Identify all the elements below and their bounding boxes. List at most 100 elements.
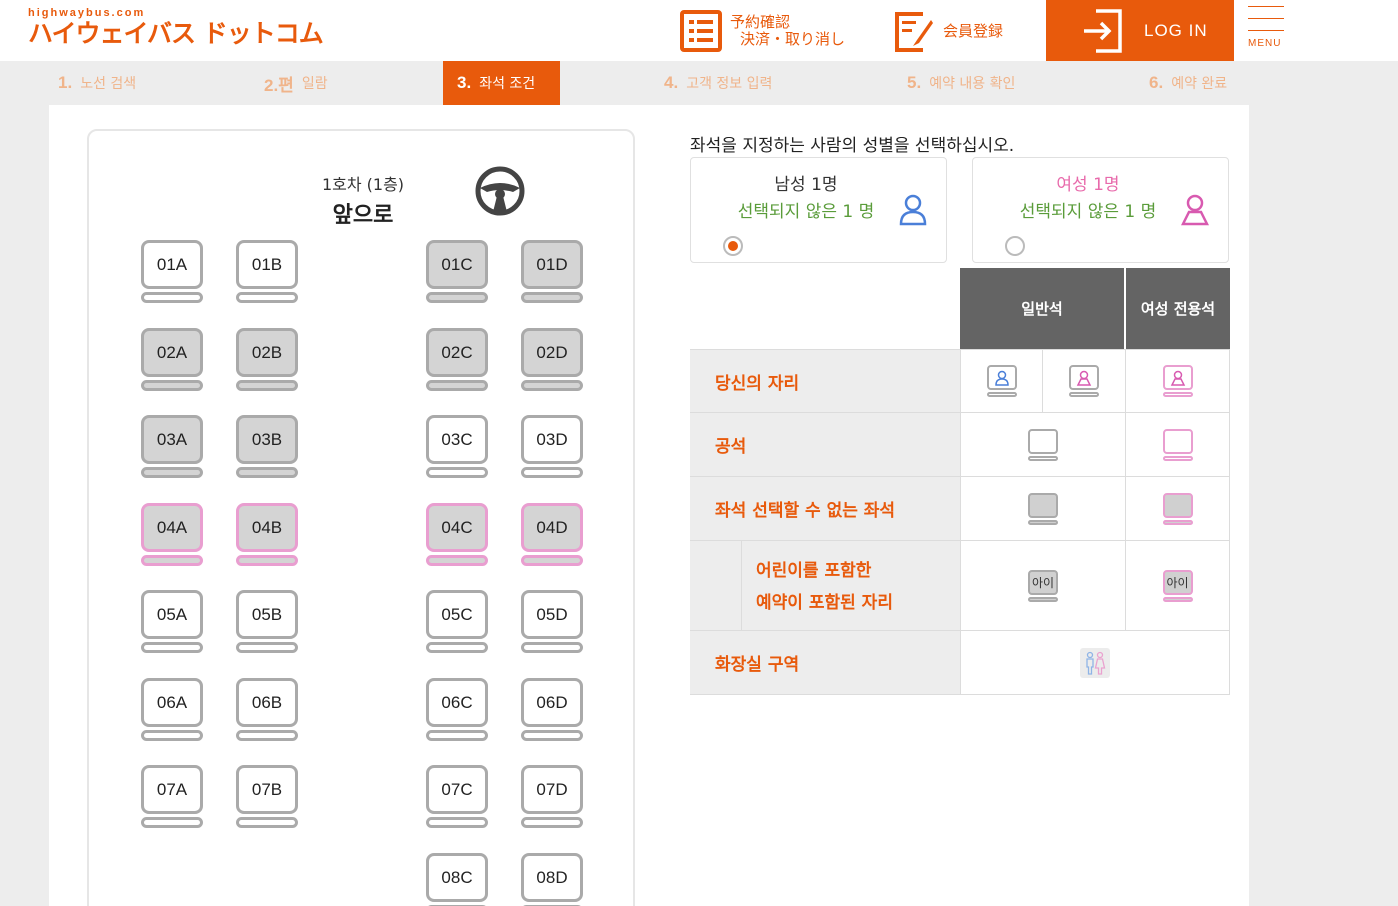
seat-04C[interactable]: 04C — [426, 503, 488, 567]
seat-cushion — [236, 642, 298, 653]
seat-number: 06D — [521, 678, 583, 727]
seat-07C[interactable]: 07C — [426, 765, 488, 829]
seat-cushion — [141, 642, 203, 653]
seat-01C[interactable]: 01C — [426, 240, 488, 304]
seat-cushion — [236, 467, 298, 478]
login-button[interactable]: LOG IN — [1046, 0, 1234, 61]
seat-number: 07A — [141, 765, 203, 814]
legend-col-general: 일반석 — [960, 268, 1124, 349]
reservation-check-link[interactable]: 予約確認 決済・取り消し — [680, 0, 845, 61]
member-register-label: 会員登録 — [943, 22, 1004, 40]
progress-steps: 1. 노선 검색 2.편 일람 3. 좌석 조건 4. 고객 정보 입력 5. 예약 내용… — [0, 61, 1398, 115]
seat-cushion — [141, 730, 203, 741]
female-person-icon — [1181, 194, 1209, 226]
seat-07B[interactable]: 07B — [236, 765, 298, 829]
seat-cushion — [426, 817, 488, 828]
seat-04B[interactable]: 04B — [236, 503, 298, 567]
seat-number: 08D — [521, 853, 583, 902]
seat-08C[interactable]: 08C — [426, 853, 488, 906]
seat-03C[interactable]: 03C — [426, 415, 488, 479]
site-logo[interactable]: highwaybus.com ハイウェイバス ドットコム — [28, 7, 324, 48]
step-number: 3. — [457, 73, 472, 92]
male-radio[interactable] — [723, 236, 743, 256]
step-route-search: 1. 노선 검색 — [58, 61, 136, 105]
site-header: highwaybus.com ハイウェイバス ドットコム 予約確認 決済・取り消… — [0, 0, 1398, 61]
legend-child-label: 어린이를 포함한 예약이 포함된 자리 — [741, 541, 960, 631]
seat-07D[interactable]: 07D — [521, 765, 583, 829]
step-reservation-confirm: 5. 예약 내용 확인 — [907, 61, 1015, 105]
member-register-link[interactable]: 会員登録 — [893, 0, 1003, 61]
vacant-seat-mini-icon — [1028, 428, 1058, 461]
female-person-icon — [1170, 370, 1185, 386]
female-radio[interactable] — [1005, 236, 1025, 256]
front-label: 앞으로 — [332, 203, 394, 228]
seat-02D[interactable]: 02D — [521, 328, 583, 392]
step-label: 일람 — [301, 76, 328, 92]
seat-06B[interactable]: 06B — [236, 678, 298, 742]
seat-number: 07C — [426, 765, 488, 814]
child-female-seat-mini-icon: 아이 — [1162, 569, 1193, 602]
male-person-icon — [994, 370, 1009, 386]
seat-number: 04A — [141, 503, 203, 552]
seat-map: 1호차 (1층) 앞으로 01A 01B 01C 01D 02A 02B 02C… — [87, 129, 635, 906]
seat-04D[interactable]: 04D — [521, 503, 583, 567]
seat-02A[interactable]: 02A — [141, 328, 203, 392]
seat-02C[interactable]: 02C — [426, 328, 488, 392]
seat-cushion — [426, 555, 488, 566]
legend-unselectable-general — [960, 477, 1126, 541]
steering-wheel-icon — [475, 166, 525, 216]
step-reservation-complete: 6. 예약 완료 — [1149, 61, 1227, 105]
seat-cushion — [426, 730, 488, 741]
seat-08D[interactable]: 08D — [521, 853, 583, 906]
seat-number: 05A — [141, 590, 203, 639]
seat-cushion — [426, 292, 488, 303]
seat-cushion — [141, 292, 203, 303]
legend-restroom-label: 화장실 구역 — [690, 631, 960, 695]
login-label: LOG IN — [1144, 20, 1208, 40]
your-seat-female-mini-icon — [1069, 365, 1099, 397]
menu-label: MENU — [1248, 38, 1282, 49]
your-seat-female-only-mini-icon — [1162, 365, 1193, 397]
menu-line-icon — [1248, 6, 1284, 7]
seat-number: 02D — [521, 328, 583, 377]
legend-your-seat-female-in-general — [1043, 349, 1126, 413]
legend-vacant-female — [1126, 413, 1230, 477]
seat-number: 04B — [236, 503, 298, 552]
seat-cushion — [141, 467, 203, 478]
main-content: 1호차 (1층) 앞으로 01A 01B 01C 01D 02A 02B 02C… — [49, 105, 1249, 906]
seat-legend-table: 일반석 여성 전용석 당신의 자리 공석 좌석 선택할 수 없는 좌석 어린이를… — [690, 268, 1230, 696]
seat-05A[interactable]: 05A — [141, 590, 203, 654]
seat-05D[interactable]: 05D — [521, 590, 583, 654]
unselectable-female-seat-mini-icon — [1162, 492, 1193, 525]
step-label: 노선 검색 — [80, 76, 137, 92]
seat-01A[interactable]: 01A — [141, 240, 203, 304]
seat-number: 03B — [236, 415, 298, 464]
seat-06A[interactable]: 06A — [141, 678, 203, 742]
male-option[interactable]: 남성 1명 선택되지 않은 1 명 — [690, 157, 947, 263]
seat-cushion — [521, 467, 583, 478]
seat-05B[interactable]: 05B — [236, 590, 298, 654]
seat-number: 05B — [236, 590, 298, 639]
seat-04A[interactable]: 04A — [141, 503, 203, 567]
female-option[interactable]: 여성 1명 선택되지 않은 1 명 — [972, 157, 1229, 263]
seat-cushion — [521, 642, 583, 653]
seat-01D[interactable]: 01D — [521, 240, 583, 304]
seat-05C[interactable]: 05C — [426, 590, 488, 654]
seat-cushion — [426, 380, 488, 391]
logo-url-text: highwaybus.com — [28, 7, 146, 19]
legend-child-general: 아이 — [960, 541, 1126, 631]
seat-07A[interactable]: 07A — [141, 765, 203, 829]
legend-unselectable-label: 좌석 선택할 수 없는 좌석 — [690, 477, 960, 541]
seat-number: 01D — [521, 240, 583, 289]
seat-02B[interactable]: 02B — [236, 328, 298, 392]
seat-number: 07D — [521, 765, 583, 814]
seat-03B[interactable]: 03B — [236, 415, 298, 479]
seat-cushion — [236, 817, 298, 828]
seat-03A[interactable]: 03A — [141, 415, 203, 479]
seat-06C[interactable]: 06C — [426, 678, 488, 742]
seat-03D[interactable]: 03D — [521, 415, 583, 479]
menu-button[interactable]: MENU — [1248, 6, 1286, 56]
seat-01B[interactable]: 01B — [236, 240, 298, 304]
seat-06D[interactable]: 06D — [521, 678, 583, 742]
legend-your-seat-female-only — [1126, 349, 1230, 413]
